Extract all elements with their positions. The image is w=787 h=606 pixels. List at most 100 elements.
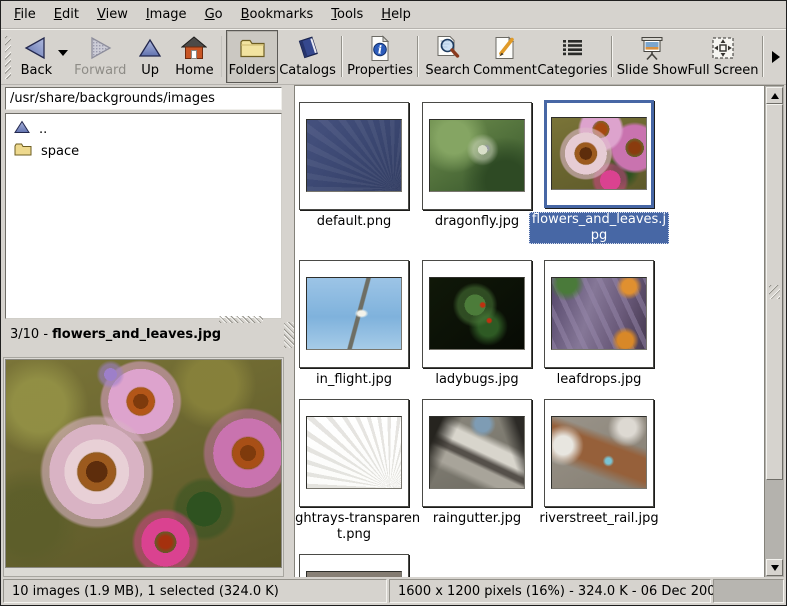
info-document-icon: i bbox=[368, 33, 392, 63]
search-button[interactable]: Search bbox=[423, 30, 473, 83]
thumbnail-lightrays-transparent-png[interactable]: lightrays-transparent.png bbox=[299, 399, 409, 543]
toolbar-separator bbox=[417, 36, 419, 77]
thumbnail-leafdrops-jpg[interactable]: leafdrops.jpg bbox=[544, 260, 654, 388]
menu-file[interactable]: File bbox=[5, 2, 45, 28]
thumbnail-dragonfly-jpg[interactable]: dragonfly.jpg bbox=[422, 102, 532, 230]
toolbar-drag-handle[interactable] bbox=[5, 36, 11, 79]
arrow-right-icon bbox=[772, 51, 780, 63]
toolbar-overflow-button[interactable] bbox=[768, 30, 784, 83]
sidebar: .. space 3/10 - flowers_and_leaves.jpg bbox=[3, 85, 284, 577]
forward-button[interactable]: Forward bbox=[72, 30, 128, 83]
catalogs-button[interactable]: Catalogs bbox=[278, 30, 337, 83]
thumbnail-card bbox=[299, 102, 409, 210]
thumbnail-card bbox=[422, 399, 532, 507]
status-images-summary: 10 images (1.9 MB), 1 selected (324.0 K) bbox=[3, 579, 387, 603]
menu-edit[interactable]: Edit bbox=[45, 2, 88, 28]
menu-image[interactable]: Image bbox=[137, 2, 196, 28]
thumbnail-in-flight-jpg[interactable]: in_flight.jpg bbox=[299, 260, 409, 388]
menu-tools[interactable]: Tools bbox=[322, 2, 372, 28]
scroll-up-button[interactable] bbox=[766, 87, 783, 104]
thumbnail-image bbox=[551, 117, 647, 190]
triangle-up-icon bbox=[771, 93, 779, 99]
thumbnail-riverstreet-rail-jpg[interactable]: riverstreet_rail.jpg bbox=[544, 399, 654, 527]
thumbnail-label: raingutter.jpg bbox=[407, 511, 547, 527]
thumbnail-image bbox=[429, 277, 525, 350]
panel-splitter[interactable] bbox=[284, 85, 294, 577]
toolbar-separator bbox=[762, 36, 764, 77]
thumbnail-image bbox=[551, 416, 647, 489]
thumbnail-card bbox=[422, 260, 532, 368]
thumbnail-card bbox=[299, 399, 409, 507]
forward-icon bbox=[87, 33, 113, 63]
chevron-down-icon bbox=[58, 50, 68, 56]
thumbnail-raingutter-jpg[interactable]: raingutter.jpg bbox=[422, 399, 532, 527]
home-icon bbox=[181, 33, 207, 63]
home-button[interactable]: Home bbox=[172, 30, 217, 83]
thumbnail-label: leafdrops.jpg bbox=[529, 372, 669, 388]
current-file-name: flowers_and_leaves.jpg bbox=[52, 327, 221, 342]
folder-item-space[interactable]: space bbox=[8, 140, 279, 162]
thumbnail-default-png[interactable]: default.png bbox=[299, 102, 409, 230]
folders-button[interactable]: Folders bbox=[226, 30, 278, 83]
thumbnail-card bbox=[422, 102, 532, 210]
full-screen-button[interactable]: Full Screen bbox=[688, 30, 759, 83]
folder-list[interactable]: .. space bbox=[5, 113, 282, 319]
thumbnail-browser[interactable]: default.png dragonfly.jpg flowers_and_le… bbox=[294, 85, 784, 577]
back-button[interactable]: Back bbox=[14, 30, 58, 83]
toolbar-separator bbox=[221, 36, 223, 77]
path-input[interactable] bbox=[5, 87, 282, 110]
search-icon bbox=[435, 33, 461, 63]
up-button[interactable]: Up bbox=[128, 30, 172, 83]
slide-show-button[interactable]: Slide Show bbox=[617, 30, 688, 83]
thumbnail-card bbox=[544, 260, 654, 368]
thumbnail-card bbox=[544, 100, 654, 208]
thumbnail-card bbox=[544, 399, 654, 507]
menu-bookmarks[interactable]: Bookmarks bbox=[232, 2, 323, 28]
up-icon bbox=[138, 33, 162, 63]
menu-bar: File Edit View Image Go Bookmarks Tools … bbox=[1, 1, 786, 29]
gthumb-window: File Edit View Image Go Bookmarks Tools … bbox=[0, 0, 787, 606]
toolbar: Back Forward Up Home Folders bbox=[1, 29, 786, 85]
thumbnail-label: riverstreet_rail.jpg bbox=[529, 511, 669, 527]
folder-list-resize-grip[interactable] bbox=[219, 316, 263, 323]
status-resize-area bbox=[713, 579, 784, 603]
status-bar: 10 images (1.9 MB), 1 selected (324.0 K)… bbox=[1, 577, 786, 605]
menu-view[interactable]: View bbox=[88, 2, 137, 28]
folder-icon bbox=[239, 33, 266, 63]
thumbnail-label: in_flight.jpg bbox=[294, 372, 424, 388]
thumbnail-label: ladybugs.jpg bbox=[407, 372, 547, 388]
toolbar-separator bbox=[611, 36, 613, 77]
properties-button[interactable]: i Properties bbox=[347, 30, 413, 83]
thumbnail-label: dragonfly.jpg bbox=[407, 214, 547, 230]
pencil-document-icon bbox=[493, 33, 517, 63]
back-icon bbox=[23, 33, 49, 63]
menu-go[interactable]: Go bbox=[196, 2, 232, 28]
thumbnail-image bbox=[306, 416, 402, 489]
thumbnail-image bbox=[306, 119, 402, 192]
thumbnail-image bbox=[429, 119, 525, 192]
thumbnail-card bbox=[299, 260, 409, 368]
thumbnail-image bbox=[306, 277, 402, 350]
svg-text:i: i bbox=[378, 43, 382, 56]
folder-item-up[interactable]: .. bbox=[8, 118, 279, 140]
thumbnail-flowers-and-leaves-jpg-selected[interactable]: flowers_and_leaves.jpg bbox=[544, 100, 654, 244]
splitter-grip[interactable] bbox=[284, 322, 294, 348]
up-triangle-icon bbox=[14, 120, 30, 138]
thumbnail-image bbox=[551, 277, 647, 350]
book-icon bbox=[295, 33, 321, 63]
thumbnail-label: lightrays-transparent.png bbox=[294, 511, 424, 543]
fullscreen-icon bbox=[710, 33, 736, 63]
preview-image[interactable] bbox=[5, 359, 282, 568]
thumbnail-image bbox=[429, 416, 525, 489]
thumbnail-label: default.png bbox=[294, 214, 424, 230]
scrollbar-thumb[interactable] bbox=[766, 104, 783, 480]
menu-help[interactable]: Help bbox=[372, 2, 420, 28]
toolbar-separator bbox=[341, 36, 343, 77]
categories-button[interactable]: Categories bbox=[537, 30, 607, 83]
comment-button[interactable]: Comment bbox=[473, 30, 538, 83]
scroll-down-button[interactable] bbox=[766, 559, 783, 576]
thumbnail-ladybugs-jpg[interactable]: ladybugs.jpg bbox=[422, 260, 532, 388]
thumbnail-partial[interactable] bbox=[299, 554, 409, 577]
browser-scrollbar[interactable] bbox=[764, 86, 784, 577]
back-history-dropdown[interactable] bbox=[58, 30, 72, 83]
